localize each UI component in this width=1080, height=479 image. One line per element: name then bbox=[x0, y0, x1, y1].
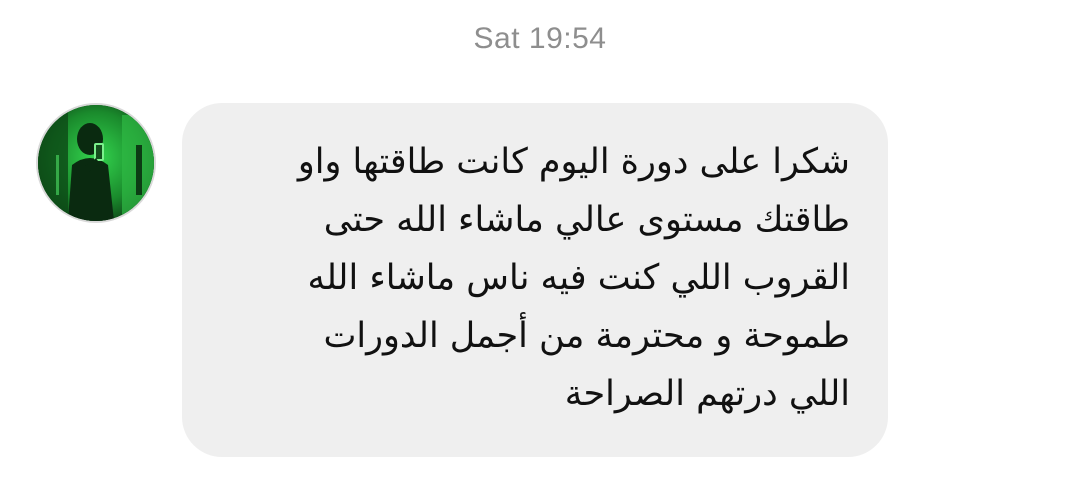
sender-avatar[interactable] bbox=[36, 103, 156, 223]
message-timestamp: Sat 19:54 bbox=[473, 22, 607, 55]
avatar-photo bbox=[38, 105, 154, 221]
message-bubble[interactable]: شكرا على دورة اليوم كانت طاقتها واو طاقت… bbox=[182, 103, 888, 457]
chat-screen: Sat 19:54 شكرا على دورة اليوم كانت طاقته… bbox=[0, 0, 1080, 479]
message-text: شكرا على دورة اليوم كانت طاقتها واو طاقت… bbox=[297, 142, 850, 414]
